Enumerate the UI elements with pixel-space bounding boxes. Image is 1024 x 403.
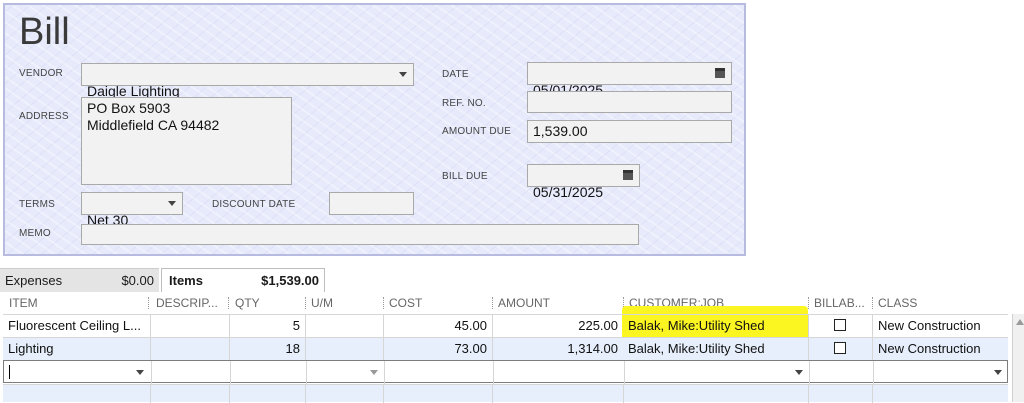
terms-dropdown[interactable]: Net 30 xyxy=(81,192,183,228)
date-field[interactable]: 05/01/2025 xyxy=(527,62,732,98)
tab-expenses[interactable]: Expenses $0.00 xyxy=(0,268,159,292)
cell-billable[interactable] xyxy=(808,385,872,403)
cell-class[interactable]: New Construction xyxy=(872,315,1008,338)
amount-due-field[interactable]: 1,539.00 xyxy=(527,120,732,143)
cell-cost[interactable]: 45.00 xyxy=(383,315,492,338)
column-header-class[interactable]: CLASS xyxy=(872,292,1008,314)
tab-items-amount: $1,539.00 xyxy=(261,273,319,288)
cell-customer-job[interactable] xyxy=(623,385,808,403)
table-row-editing[interactable] xyxy=(3,360,1008,384)
cell-um[interactable] xyxy=(305,385,383,403)
cell-class-input[interactable] xyxy=(873,361,1008,384)
amount-due-label: AMOUNT DUE xyxy=(442,126,512,137)
table-row[interactable]: Fluorescent Ceiling L... 5 45.00 225.00 … xyxy=(3,314,1008,338)
cell-cost[interactable]: 73.00 xyxy=(383,338,492,361)
chevron-down-icon[interactable] xyxy=(795,370,803,375)
cell-cost[interactable] xyxy=(383,385,492,403)
cell-qty-input[interactable] xyxy=(230,361,306,384)
cell-qty[interactable]: 18 xyxy=(229,338,305,361)
chevron-down-icon[interactable] xyxy=(994,370,1002,375)
column-divider xyxy=(148,297,149,309)
cell-customer-job-input[interactable] xyxy=(624,361,809,384)
ref-no-field[interactable] xyxy=(527,91,732,113)
tab-items-label: Items xyxy=(169,273,203,288)
cell-qty[interactable] xyxy=(229,385,305,403)
billable-checkbox[interactable] xyxy=(834,342,846,354)
discount-date-field[interactable] xyxy=(329,192,414,215)
cell-amount[interactable]: 225.00 xyxy=(492,315,623,338)
cell-billable[interactable] xyxy=(808,315,872,338)
bill-form: Bill VENDOR Daigle Lighting ADDRESS PO B… xyxy=(3,3,746,256)
column-header-item[interactable]: ITEM xyxy=(3,292,148,314)
column-header-cost[interactable]: COST xyxy=(383,292,491,314)
column-header-description[interactable]: DESCRIP... xyxy=(150,292,228,314)
cell-item[interactable] xyxy=(3,385,150,403)
terms-label: TERMS xyxy=(19,199,55,210)
column-header-um[interactable]: U/M xyxy=(305,292,383,314)
vendor-dropdown[interactable]: Daigle Lighting xyxy=(81,63,414,99)
cell-qty[interactable]: 5 xyxy=(229,315,305,338)
chevron-down-icon xyxy=(399,72,407,77)
cell-amount[interactable] xyxy=(492,385,623,403)
cell-customer-job[interactable]: Balak, Mike:Utility Shed xyxy=(623,338,808,361)
bill-due-field[interactable]: 05/31/2025 xyxy=(527,164,640,200)
vertical-scrollbar[interactable] xyxy=(1012,314,1024,402)
calendar-icon[interactable] xyxy=(623,170,633,180)
cell-amount-input[interactable] xyxy=(493,361,624,384)
address-field[interactable]: PO Box 5903 Middlefield CA 94482 xyxy=(81,97,292,185)
tab-expenses-label: Expenses xyxy=(5,273,63,288)
table-row-empty[interactable] xyxy=(3,384,1008,403)
cell-class[interactable]: New Construction xyxy=(872,338,1008,361)
cell-item[interactable]: Fluorescent Ceiling L... xyxy=(3,315,150,338)
cell-description-input[interactable] xyxy=(151,361,230,384)
scroll-up-icon[interactable] xyxy=(1016,319,1024,325)
cell-um[interactable] xyxy=(305,315,383,338)
items-grid: ITEM DESCRIP... QTY U/M COST AMOUNT CUST… xyxy=(3,292,1024,403)
cell-cost-input[interactable] xyxy=(384,361,493,384)
cell-um[interactable] xyxy=(305,338,383,361)
date-label: DATE xyxy=(442,69,469,80)
cell-description[interactable] xyxy=(150,385,229,403)
cell-customer-job[interactable]: Balak, Mike:Utility Shed xyxy=(623,315,808,338)
ref-no-label: REF. NO. xyxy=(442,98,486,109)
table-row[interactable]: Lighting 18 73.00 1,314.00 Balak, Mike:U… xyxy=(3,337,1008,361)
memo-field[interactable] xyxy=(81,224,639,245)
calendar-icon[interactable] xyxy=(715,68,725,78)
form-title: Bill xyxy=(19,11,70,53)
tab-items[interactable]: Items $1,539.00 xyxy=(161,268,325,292)
column-header-billable[interactable]: BILLAB... xyxy=(808,292,872,314)
cell-um-input[interactable] xyxy=(306,361,384,384)
cell-billable-input[interactable] xyxy=(809,361,873,384)
bill-due-label: BILL DUE xyxy=(442,171,488,182)
address-label: ADDRESS xyxy=(19,111,69,122)
tab-expenses-amount: $0.00 xyxy=(121,273,154,288)
cell-item[interactable]: Lighting xyxy=(3,338,150,361)
column-header-amount[interactable]: AMOUNT xyxy=(492,292,623,314)
cell-billable[interactable] xyxy=(808,338,872,361)
cell-item-input[interactable] xyxy=(4,361,151,384)
cell-description[interactable] xyxy=(150,338,229,361)
vendor-label: VENDOR xyxy=(19,68,63,79)
column-header-qty[interactable]: QTY xyxy=(229,292,305,314)
memo-label: MEMO xyxy=(19,228,51,239)
billable-checkbox[interactable] xyxy=(834,319,846,331)
cell-description[interactable] xyxy=(150,315,229,338)
chevron-down-icon[interactable] xyxy=(136,370,144,375)
chevron-down-icon xyxy=(168,201,176,206)
text-cursor xyxy=(9,365,10,379)
cell-class[interactable] xyxy=(872,385,1008,403)
chevron-down-icon[interactable] xyxy=(370,370,378,375)
discount-date-label: DISCOUNT DATE xyxy=(212,199,296,210)
cell-amount[interactable]: 1,314.00 xyxy=(492,338,623,361)
bill-due-value: 05/31/2025 xyxy=(533,184,604,200)
